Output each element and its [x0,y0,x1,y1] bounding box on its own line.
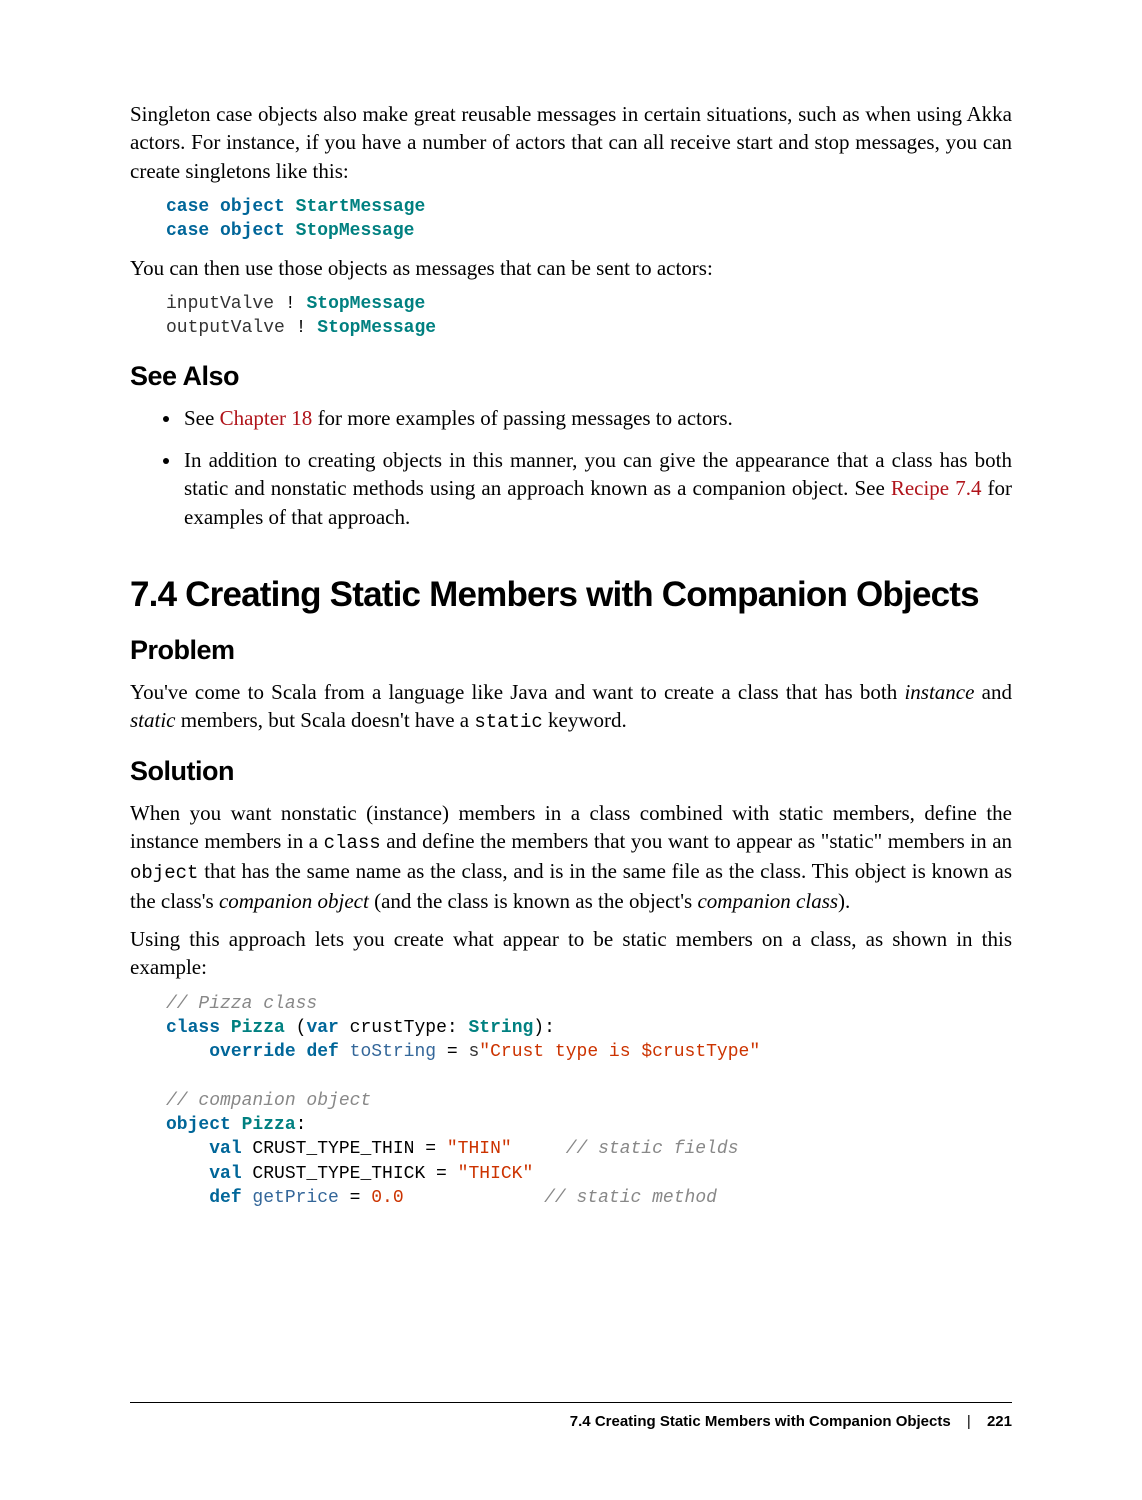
indent [166,1139,209,1159]
num-zero: 0.0 [371,1188,403,1208]
text: and [974,680,1012,704]
text: : [296,1115,307,1135]
ident-output: outputValve [166,318,285,338]
kw-override: override [209,1042,295,1062]
type-stop: StopMessage [296,221,415,241]
em-instance: instance [904,680,974,704]
recipe-7-4-link[interactable]: Recipe 7.4 [891,476,982,500]
see-also-heading: See Also [130,361,1012,392]
comment: // static fields [566,1139,739,1159]
text: for more examples of passing messages to… [312,406,732,430]
type-stopmsg: StopMessage [306,294,425,314]
intro-paragraph-1: Singleton case objects also make great r… [130,100,1012,185]
kw-var: var [306,1018,338,1038]
string-literal: "Crust type is $crustType" [479,1042,760,1062]
text: In addition to creating objects in this … [184,448,1012,500]
string-thick: "THICK" [458,1164,534,1184]
page: Singleton case objects also make great r… [0,0,1142,1500]
text: CRUST_TYPE_THIN = [242,1139,447,1159]
kw-case: case [166,197,209,217]
list-item: See Chapter 18 for more examples of pass… [182,404,1012,432]
op-bang: ! [285,294,296,314]
text: crustType: [339,1018,469,1038]
kw-val: val [209,1164,241,1184]
text: ). [838,889,850,913]
text: = [339,1188,371,1208]
solution-paragraph-2: Using this approach lets you create what… [130,925,1012,982]
kw-case: case [166,221,209,241]
type-pizza-obj: Pizza [242,1115,296,1135]
code-block-messages: inputValve ! StopMessage outputValve ! S… [166,292,1012,341]
text: (and the class is known as the object's [369,889,698,913]
footer-page-number: 221 [987,1413,1012,1430]
problem-heading: Problem [130,635,1012,666]
text: You've come to Scala from a language lik… [130,680,904,704]
list-item: In addition to creating objects in this … [182,446,1012,531]
comment: // static method [544,1188,717,1208]
solution-heading: Solution [130,756,1012,787]
intro-paragraph-2: You can then use those objects as messag… [130,254,1012,282]
indent [166,1042,209,1062]
s-interp: s [468,1042,479,1062]
em-companion-class: companion class [697,889,838,913]
fn-tostring: toString [339,1042,436,1062]
spaces [404,1188,544,1208]
mono-static: static [474,711,542,733]
text: CRUST_TYPE_THICK = [242,1164,458,1184]
indent [166,1188,209,1208]
text: keyword. [543,708,627,732]
mono-class: class [324,832,381,854]
see-also-list: See Chapter 18 for more examples of pass… [130,404,1012,531]
page-footer: 7.4 Creating Static Members with Compani… [130,1402,1012,1430]
text: ): [533,1018,555,1038]
type-start: StartMessage [296,197,426,217]
type-string: String [468,1018,533,1038]
comment: // Pizza class [166,994,317,1014]
ident-input: inputValve [166,294,274,314]
recipe-title: 7.4 Creating Static Members with Compani… [130,575,1012,615]
code-block-singletons: case object StartMessage case object Sto… [166,195,1012,244]
em-static: static [130,708,176,732]
kw-val: val [209,1139,241,1159]
solution-paragraph-1: When you want nonstatic (instance) membe… [130,799,1012,915]
kw-def: def [306,1042,338,1062]
kw-def: def [209,1188,241,1208]
indent [166,1164,209,1184]
op-bang: ! [296,318,307,338]
problem-paragraph: You've come to Scala from a language lik… [130,678,1012,736]
em-companion-object: companion object [219,889,369,913]
kw-class: class [166,1018,220,1038]
text: = [436,1042,468,1062]
kw-object: object [166,1115,231,1135]
text: and define the members that you want to … [381,829,1012,853]
footer-title: 7.4 Creating Static Members with Compani… [570,1413,951,1430]
fn-getprice: getPrice [242,1188,339,1208]
type-stopmsg: StopMessage [317,318,436,338]
text: members, but Scala doesn't have a [176,708,475,732]
kw-object: object [220,197,285,217]
text: ( [285,1018,307,1038]
string-thin: "THIN" [447,1139,512,1159]
footer-separator: | [967,1413,971,1430]
text: See [184,406,220,430]
mono-object: object [130,862,198,884]
code-block-pizza: // Pizza class class Pizza (var crustTyp… [166,992,1012,1211]
kw-object: object [220,221,285,241]
comment: // companion object [166,1091,371,1111]
type-pizza: Pizza [231,1018,285,1038]
spaces [512,1139,566,1159]
chapter-18-link[interactable]: Chapter 18 [220,406,313,430]
